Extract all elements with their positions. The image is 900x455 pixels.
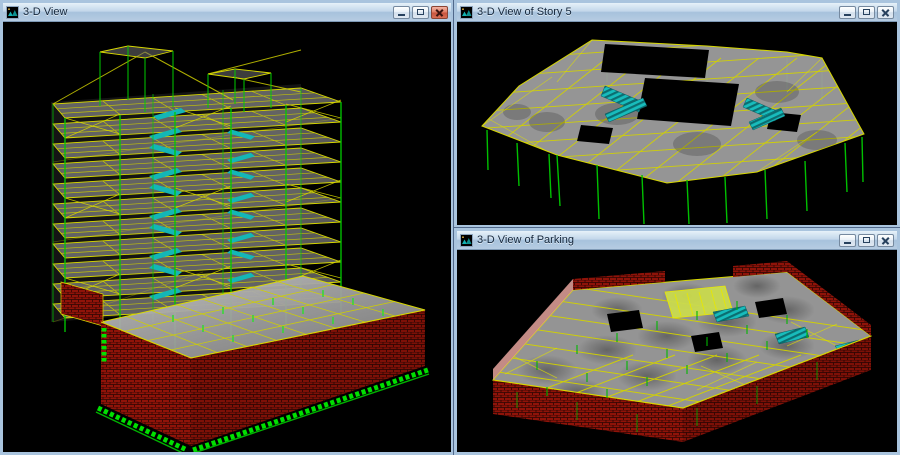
close-button[interactable] [431,6,448,19]
titlebar-parking[interactable]: 3-D View of Parking [457,231,897,250]
restore-button[interactable] [412,6,429,19]
minimize-button[interactable] [839,6,856,19]
window-controls [393,6,448,19]
model-3d-view-icon [6,6,19,19]
restore-icon [417,9,424,15]
restore-icon [863,9,870,15]
window-controls [839,6,894,19]
close-icon [435,8,444,17]
restore-button[interactable] [858,234,875,247]
minimize-icon [844,14,851,16]
scene-3d-building [3,22,451,452]
minimize-icon [398,14,405,16]
close-icon [881,236,890,245]
titlebar-story5[interactable]: 3-D View of Story 5 [457,3,897,22]
titlebar-3d-view[interactable]: 3-D View [3,3,451,22]
close-button[interactable] [877,6,894,19]
window-title: 3-D View [23,6,389,18]
viewport-story5[interactable] [457,22,897,225]
close-icon [881,8,890,17]
window-title: 3-D View of Story 5 [477,6,835,18]
model-3d-view-icon [460,234,473,247]
minimize-icon [844,242,851,244]
scene-story5-floorplate [457,22,897,225]
scene-parking-level [457,250,897,452]
close-button[interactable] [877,234,894,247]
window-3d-view-story5: 3-D View of Story 5 [454,0,900,228]
window-3d-view: 3-D View [0,0,454,455]
window-title: 3-D View of Parking [477,234,835,246]
window-controls [839,234,894,247]
viewport-3d-model[interactable] [3,22,451,452]
model-3d-view-icon [460,6,473,19]
minimize-button[interactable] [393,6,410,19]
restore-button[interactable] [858,6,875,19]
viewport-parking[interactable] [457,250,897,452]
minimize-button[interactable] [839,234,856,247]
restore-icon [863,237,870,243]
window-3d-view-parking: 3-D View of Parking [454,228,900,455]
